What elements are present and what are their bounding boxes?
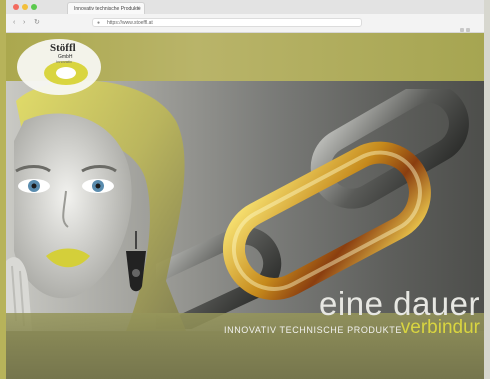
minimize-window-button[interactable]	[22, 4, 28, 10]
tab-bar: Innovativ technische Produkte ×	[6, 0, 484, 14]
hero-tagline: INNOVATIV TECHNISCHE PRODUKTE	[224, 325, 402, 335]
web-page: Stöffl GmbH Innovativ eine dauer verbind…	[6, 33, 484, 379]
screen-bezel-right	[484, 0, 490, 379]
logo-tag: Innovativ	[56, 59, 72, 64]
lock-icon: ●	[97, 20, 101, 26]
hero-subheadline: verbindur	[400, 317, 480, 338]
address-bar[interactable]: ● https://www.stoeffl.at	[92, 18, 362, 27]
back-icon[interactable]: ‹	[13, 18, 15, 27]
logo-text: Stöffl	[50, 42, 76, 54]
tab-title: Innovativ technische Produkte	[74, 6, 141, 12]
navigation-bar: ‹ › ↻ ● https://www.stoeffl.at	[6, 16, 484, 32]
forward-icon[interactable]: ›	[23, 18, 25, 27]
browser-window-chrome: Innovativ technische Produkte × ‹ › ↻ ● …	[6, 0, 484, 33]
browser-tab[interactable]: Innovativ technische Produkte ×	[67, 2, 145, 14]
maximize-window-button[interactable]	[31, 4, 37, 10]
brand-logo[interactable]: Stöffl GmbH Innovativ	[14, 35, 104, 95]
model-portrait-illustration	[6, 81, 186, 331]
menu-icon[interactable]	[466, 28, 470, 32]
address-url: https://www.stoeffl.at	[107, 20, 153, 26]
close-window-button[interactable]	[13, 4, 19, 10]
extension-icon[interactable]	[460, 28, 464, 32]
tab-close-icon[interactable]: ×	[136, 3, 140, 14]
toolbar-icons[interactable]	[458, 19, 476, 32]
reload-icon[interactable]: ↻	[34, 18, 40, 27]
